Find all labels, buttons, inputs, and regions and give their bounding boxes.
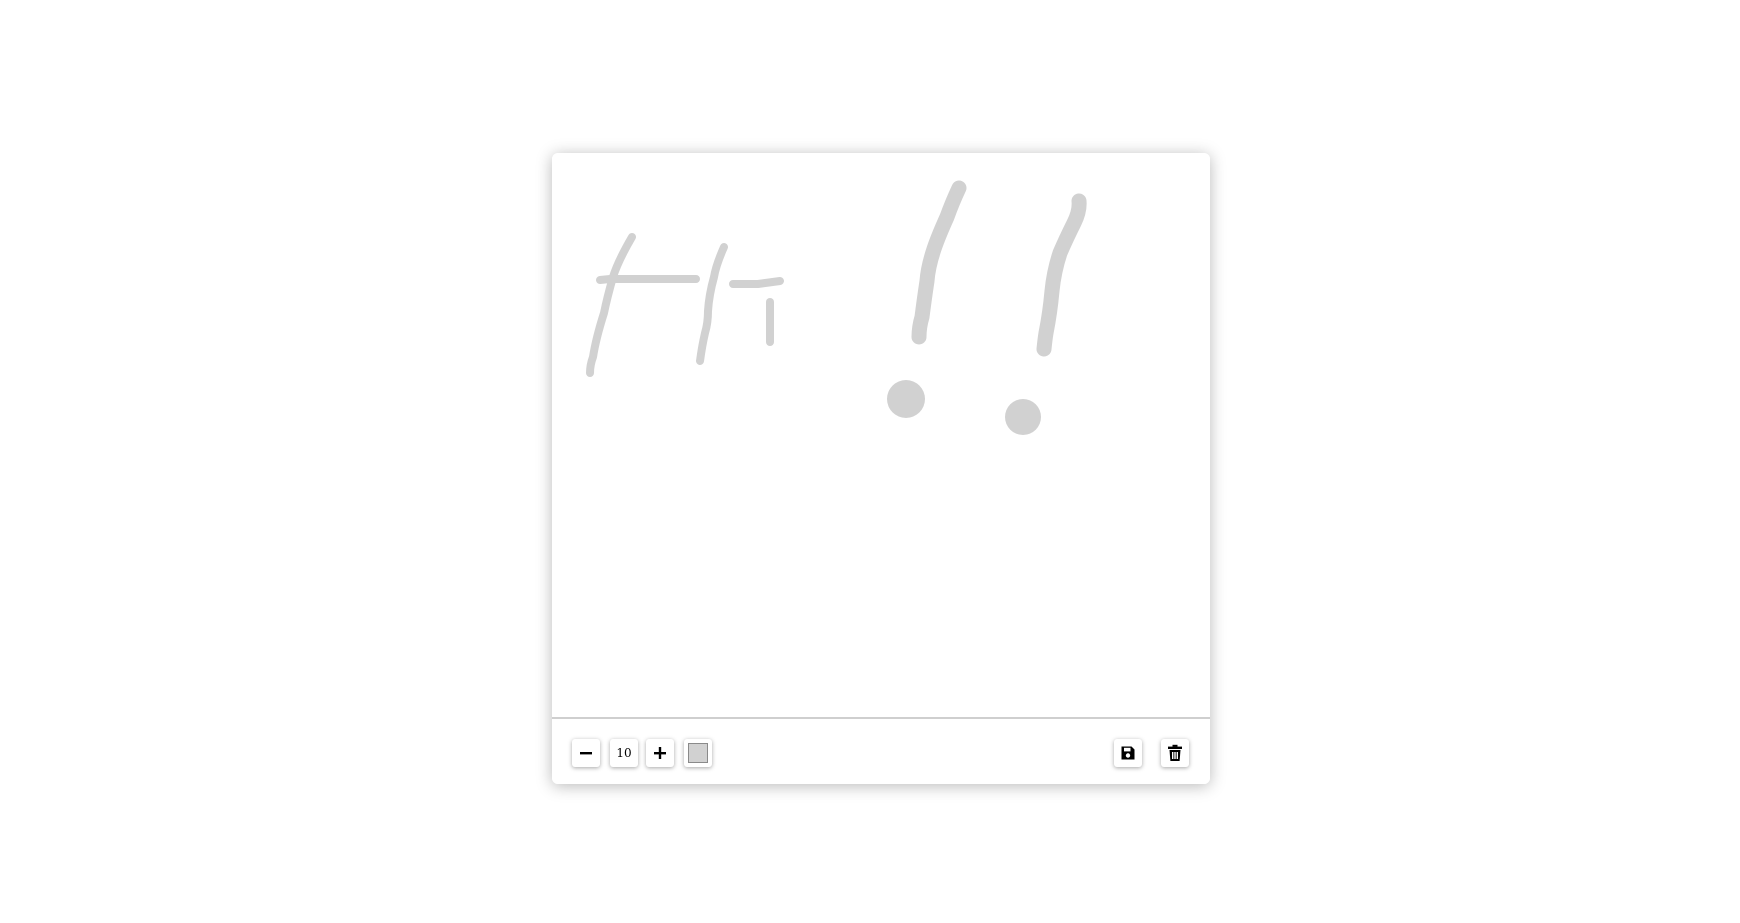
stroke-h-left <box>586 233 636 377</box>
stroke-excl-2 <box>1036 193 1087 357</box>
minus-icon <box>580 752 592 755</box>
floppy-disk-icon <box>1121 746 1135 760</box>
canvas-drawing <box>586 180 1087 435</box>
plus-icon <box>654 747 666 759</box>
color-picker-button[interactable] <box>684 739 712 767</box>
stroke-h-bar <box>596 275 700 284</box>
trash-icon <box>1168 744 1182 761</box>
clear-button[interactable] <box>1161 739 1189 767</box>
stroke-h-right <box>696 243 728 365</box>
brush-size-display: 10 <box>610 739 638 767</box>
stroke-i-bar <box>729 277 784 288</box>
stroke-excl-1 <box>911 180 967 345</box>
drawing-canvas[interactable] <box>552 153 1210 717</box>
toolbar: 10 <box>552 717 1210 784</box>
increase-size-button[interactable] <box>646 739 674 767</box>
save-button[interactable] <box>1114 739 1142 767</box>
stroke-excl-dot-2 <box>1005 399 1041 435</box>
stroke-excl-dot-1 <box>887 380 925 418</box>
color-swatch <box>688 743 708 763</box>
decrease-size-button[interactable] <box>572 739 600 767</box>
drawing-app: 10 <box>552 153 1210 784</box>
